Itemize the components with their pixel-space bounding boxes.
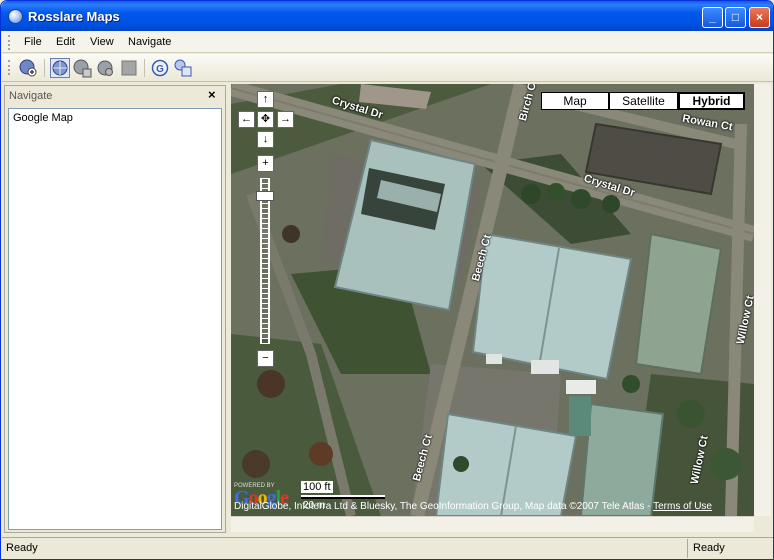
window-title: Rosslare Maps — [28, 9, 120, 24]
layers-icon[interactable] — [173, 58, 193, 78]
menu-grip — [8, 35, 10, 50]
menu-navigate[interactable]: Navigate — [128, 36, 171, 48]
stop-icon[interactable] — [119, 58, 139, 78]
toolbar-separator — [44, 59, 45, 77]
vertical-scrollbar[interactable] — [754, 84, 771, 516]
add-map-icon[interactable] — [18, 58, 38, 78]
globe-settings-icon[interactable] — [95, 58, 115, 78]
status-bar: Ready Ready — [2, 537, 773, 559]
svg-text:G: G — [156, 64, 164, 75]
close-button[interactable]: × — [749, 7, 770, 28]
pan-center-icon[interactable]: ✥ — [257, 111, 274, 128]
map-view[interactable]: Crystal Dr Birch Ct Rowan Ct Crystal Dr … — [231, 84, 754, 516]
pan-up-icon[interactable]: ↑ — [257, 91, 274, 108]
tree-item-google-map[interactable]: Google Map — [13, 112, 73, 124]
maptype-hybrid-button[interactable]: Hybrid — [678, 92, 745, 110]
menu-view[interactable]: View — [90, 36, 114, 48]
app-window: Rosslare Maps _ □ × File Edit View Navig… — [0, 0, 774, 560]
scroll-corner — [754, 516, 771, 532]
zoom-out-icon[interactable]: − — [257, 350, 274, 367]
status-text: Ready — [6, 542, 38, 554]
toolbar: G — [2, 54, 773, 82]
pan-down-icon[interactable]: ↓ — [257, 131, 274, 148]
maximize-button[interactable]: □ — [725, 7, 746, 28]
maptype-satellite-button[interactable]: Satellite — [609, 92, 678, 110]
satellite-imagery — [231, 84, 754, 516]
map-copyright: DigitalGlobe, Infoterra Ltd & Bluesky, T… — [234, 501, 752, 512]
zoom-slider-track[interactable] — [260, 178, 270, 344]
horizontal-scrollbar[interactable] — [231, 516, 754, 532]
navigate-tree: Google Map — [8, 108, 222, 530]
pan-left-icon[interactable]: ← — [238, 111, 255, 128]
globe-save-icon[interactable] — [72, 58, 92, 78]
menu-bar: File Edit View Navigate — [2, 31, 773, 53]
title-bar[interactable]: Rosslare Maps _ □ × — [1, 1, 773, 31]
menu-file[interactable]: File — [24, 36, 42, 48]
terms-of-use-link[interactable]: Terms of Use — [653, 501, 712, 512]
globe-icon[interactable] — [50, 58, 70, 78]
zoom-slider-handle[interactable] — [256, 191, 274, 201]
zoom-in-icon[interactable]: + — [257, 155, 274, 172]
panel-close-icon[interactable]: × — [208, 87, 216, 102]
menu-edit[interactable]: Edit — [56, 36, 75, 48]
minimize-button[interactable]: _ — [702, 7, 723, 28]
maptype-map-button[interactable]: Map — [541, 92, 609, 110]
scale-feet-label: 100 ft — [301, 481, 333, 493]
app-globe-icon — [8, 9, 23, 24]
google-icon[interactable]: G — [150, 58, 170, 78]
copyright-text: DigitalGlobe, Infoterra Ltd & Bluesky, T… — [234, 501, 654, 512]
status-panel-right: Ready — [687, 539, 773, 558]
pan-right-icon[interactable]: → — [277, 111, 294, 128]
panel-header: Navigate × — [5, 86, 225, 106]
navigate-panel: Navigate × Google Map — [4, 85, 226, 533]
status-text-right: Ready — [693, 542, 725, 554]
panel-title: Navigate — [9, 90, 53, 102]
toolbar-separator — [144, 59, 145, 77]
toolbar-grip — [8, 60, 10, 75]
scale-bar — [301, 495, 385, 499]
